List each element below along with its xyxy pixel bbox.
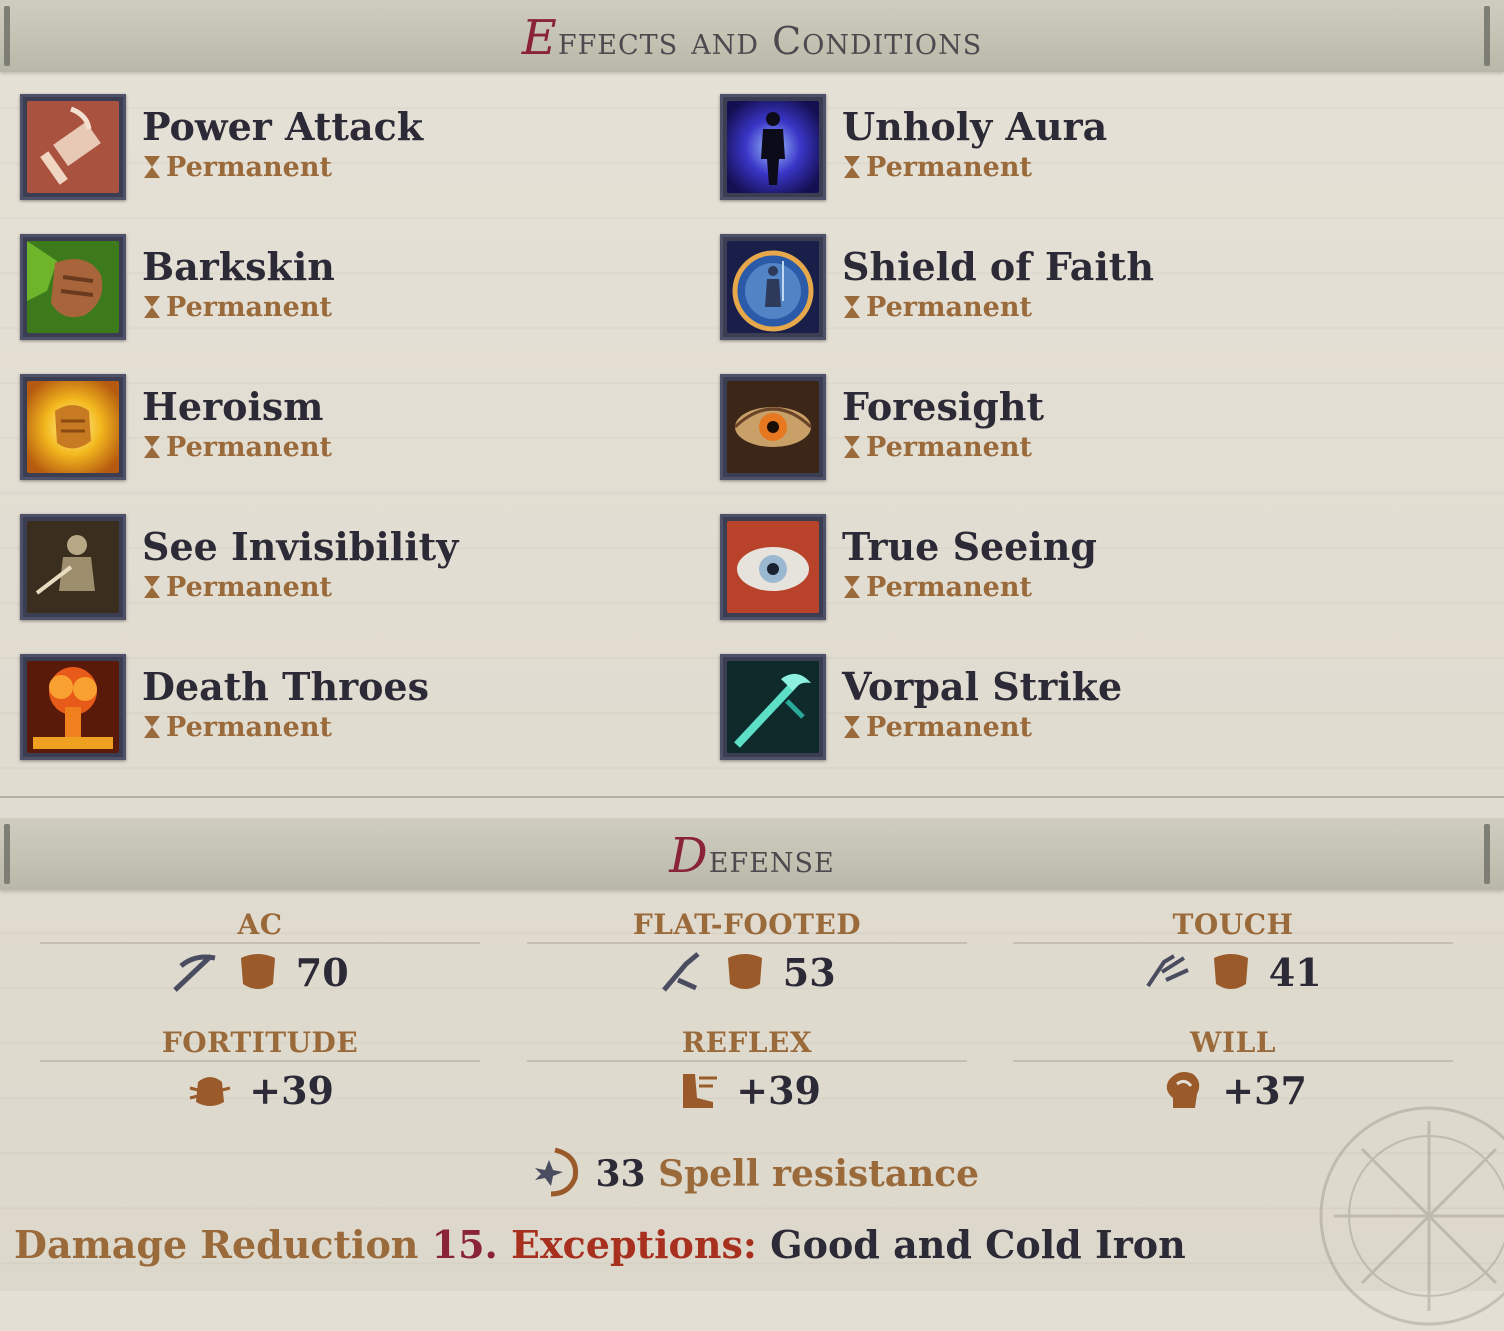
effect-name: Heroism	[142, 384, 324, 429]
stat-rule	[1013, 942, 1453, 944]
reflex-label: REFLEX	[681, 1026, 813, 1059]
effect-true-seeing[interactable]: True Seeing Permanent	[720, 514, 1340, 626]
effect-duration: Permanent	[142, 712, 332, 743]
effect-duration: Permanent	[142, 572, 332, 603]
hourglass-icon	[144, 296, 160, 318]
hourglass-icon	[844, 296, 860, 318]
effect-see-invisibility[interactable]: See Invisibility Permanent	[20, 514, 640, 626]
head-icon	[1166, 1072, 1200, 1108]
ac-label: AC	[237, 908, 283, 941]
effect-death-throes[interactable]: Death Throes Permanent	[20, 654, 640, 766]
section-divider	[0, 796, 1504, 798]
fist-icon	[189, 1077, 231, 1106]
effects-header: Effects and Conditions	[0, 0, 1504, 72]
hourglass-icon	[144, 576, 160, 598]
dark-figure-icon	[720, 94, 826, 200]
effect-name: Unholy Aura	[842, 104, 1108, 149]
compass-rose-icon	[1319, 1106, 1504, 1326]
hourglass-icon	[144, 156, 160, 178]
effect-vorpal-strike[interactable]: Vorpal Strike Permanent	[720, 654, 1340, 766]
touch-label: TOUCH	[1172, 908, 1294, 941]
effect-name: Barkskin	[142, 244, 335, 289]
stat-rule	[1013, 1060, 1453, 1062]
fortitude-value: +39	[40, 1068, 480, 1113]
effect-duration: Permanent	[842, 572, 1032, 603]
fortitude-label: FORTITUDE	[161, 1026, 359, 1059]
stat-rule	[527, 1060, 967, 1062]
effects-title: Effects and Conditions	[521, 10, 983, 66]
hammer-icon	[20, 94, 126, 200]
golden-eye-icon	[720, 374, 826, 480]
effect-barkskin[interactable]: Barkskin Permanent	[20, 234, 640, 346]
spell-resistance-icon	[534, 1147, 578, 1197]
ac-value: 70	[40, 950, 480, 995]
defense-header: Defense	[0, 818, 1504, 890]
armor-icon	[727, 954, 762, 989]
spell-resistance: 33 Spell resistance	[0, 1146, 1504, 1198]
damage-reduction: Damage Reduction 15. Exceptions: Good an…	[14, 1222, 1186, 1267]
effect-duration: Permanent	[842, 152, 1032, 183]
hourglass-icon	[844, 156, 860, 178]
ghost-knight-icon	[20, 514, 126, 620]
stat-rule	[527, 942, 967, 944]
explosion-icon	[20, 654, 126, 760]
will-label: WILL	[1190, 1026, 1276, 1059]
flat-footed-label: FLAT-FOOTED	[632, 908, 862, 941]
effect-name: See Invisibility	[142, 524, 459, 569]
effect-name: Vorpal Strike	[842, 664, 1123, 709]
effect-duration: Permanent	[842, 292, 1032, 323]
stat-rule	[40, 942, 480, 944]
effect-duration: Permanent	[142, 152, 332, 183]
effect-duration: Permanent	[842, 712, 1032, 743]
effect-shield-of-faith[interactable]: Shield of Faith Permanent	[720, 234, 1340, 346]
effect-foresight[interactable]: Foresight Permanent	[720, 374, 1340, 486]
effect-duration: Permanent	[142, 292, 332, 323]
effect-name: Power Attack	[142, 104, 424, 149]
effect-unholy-aura[interactable]: Unholy Aura Permanent	[720, 94, 1340, 206]
hourglass-icon	[144, 716, 160, 738]
bark-fist-icon	[20, 234, 126, 340]
winged-boot-icon	[683, 1074, 718, 1108]
hourglass-icon	[844, 576, 860, 598]
effect-name: Foresight	[842, 384, 1045, 429]
flat-footed-icon	[662, 952, 700, 992]
effect-name: True Seeing	[842, 524, 1097, 569]
touch-hand-icon	[1146, 954, 1190, 988]
effect-heroism[interactable]: Heroism Permanent	[20, 374, 640, 486]
vorpal-sword-icon	[720, 654, 826, 760]
armor-icon	[240, 954, 275, 989]
effect-name: Shield of Faith	[842, 244, 1154, 289]
hourglass-icon	[144, 436, 160, 458]
effect-name: Death Throes	[142, 664, 430, 709]
effect-duration: Permanent	[142, 432, 332, 463]
reflex-value: +39	[527, 1068, 967, 1113]
glowing-fist-icon	[20, 374, 126, 480]
armor-icon	[1213, 954, 1248, 989]
hourglass-icon	[844, 436, 860, 458]
dodge-icon	[173, 954, 216, 992]
flat-footed-value: 53	[527, 950, 967, 995]
hourglass-icon	[844, 716, 860, 738]
effect-duration: Permanent	[842, 432, 1032, 463]
red-eye-icon	[720, 514, 826, 620]
stat-rule	[40, 1060, 480, 1062]
defense-title: Defense	[669, 828, 835, 884]
touch-value: 41	[1013, 950, 1453, 995]
effect-power-attack[interactable]: Power Attack Permanent	[20, 94, 640, 206]
faith-shield-icon	[720, 234, 826, 340]
